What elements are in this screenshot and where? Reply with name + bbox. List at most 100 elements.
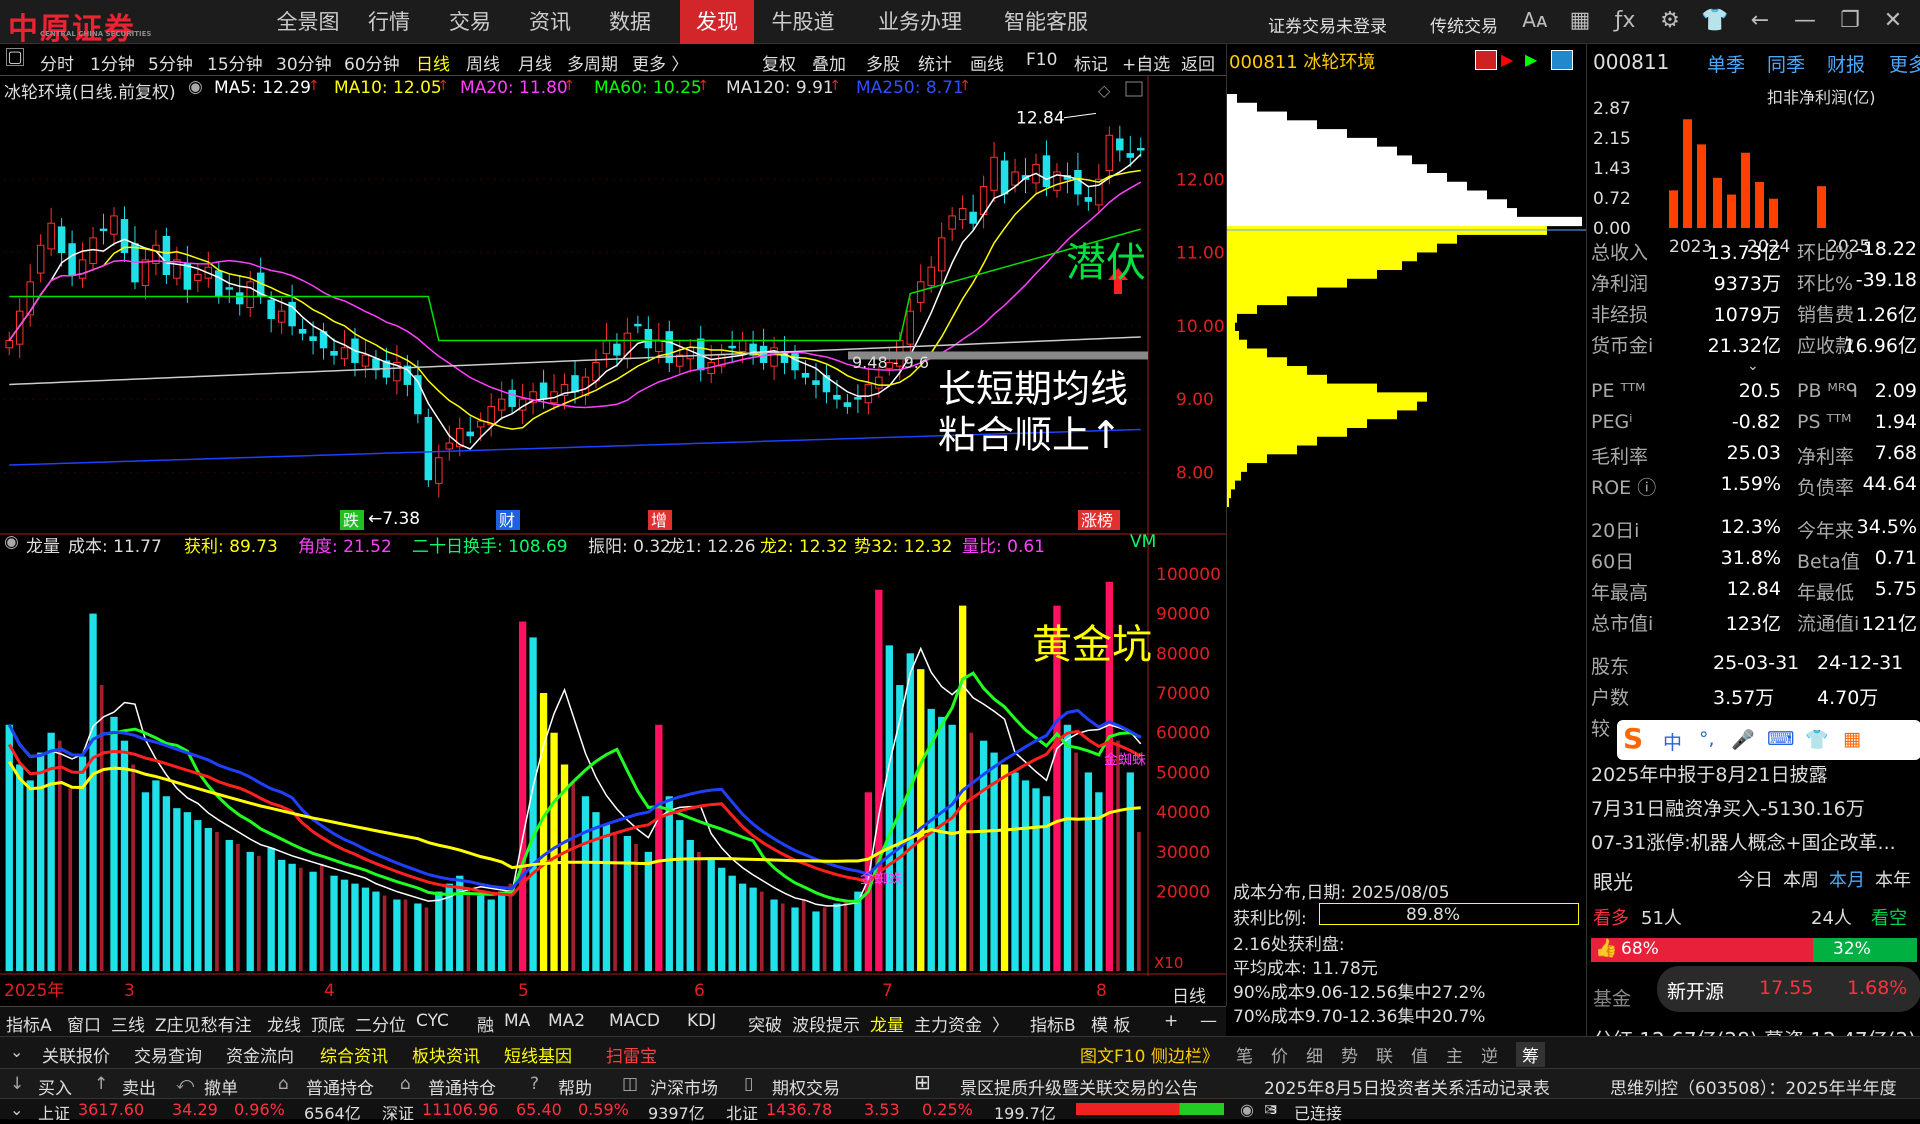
indicator-tab[interactable]: — [1200, 1011, 1217, 1031]
buy-icon[interactable]: ↓ [10, 1074, 24, 1094]
indicator-tab[interactable]: 顶底 [311, 1011, 345, 1036]
candle[interactable] [78, 259, 87, 279]
sector-tab[interactable]: 综合资讯 [320, 1042, 388, 1067]
sh-label[interactable]: 上证 [38, 1100, 70, 1124]
mini-tab[interactable]: 主 [1446, 1042, 1463, 1067]
rp-tab[interactable]: 同季 [1767, 50, 1805, 77]
candle[interactable] [1042, 155, 1051, 188]
candle[interactable] [539, 382, 548, 400]
candle[interactable] [759, 345, 768, 363]
candle[interactable] [843, 402, 852, 407]
period-tab[interactable]: 15分钟 [207, 50, 263, 75]
rp-tab[interactable]: 单季 [1707, 50, 1745, 77]
candle[interactable] [476, 420, 485, 428]
back-icon[interactable]: ← [1745, 8, 1775, 33]
trade-button[interactable]: 普通持仓 [306, 1074, 374, 1099]
news-item[interactable]: 2025年中报于8月21日披露 [1591, 760, 1828, 787]
indicator-tab[interactable]: CYC [416, 1011, 449, 1031]
nav-item[interactable]: 智能客服 [984, 0, 1108, 44]
trade-button[interactable]: 帮助 [558, 1074, 592, 1099]
candle[interactable] [340, 347, 349, 360]
font-size-icon[interactable]: Aᴀ [1520, 8, 1550, 32]
trade-button[interactable]: 期权交易 [772, 1074, 840, 1099]
candle[interactable] [466, 431, 474, 437]
mini-tab[interactable]: 细 [1306, 1042, 1323, 1067]
restore-icon[interactable]: ❐ [1835, 8, 1865, 33]
profit-bar[interactable] [1741, 152, 1750, 228]
chart-area[interactable]: 12.00 11.00 10.00 9.00 8.00 9.48 - 9.6 12.84 ←7… [0, 76, 1226, 1007]
skin-icon[interactable]: 👕 [1700, 8, 1730, 33]
sector-tab[interactable]: 交易查询 [134, 1042, 202, 1067]
ime-toolbar[interactable]: S 中 °, 🎤 ⌨ 👕 ▦ [1617, 720, 1920, 760]
candle[interactable] [424, 416, 433, 481]
indicator-tab[interactable]: MACD [609, 1011, 660, 1031]
settings-icon[interactable]: ⚙ [1655, 8, 1685, 33]
candle[interactable] [738, 339, 747, 352]
candle[interactable] [194, 274, 202, 281]
mini-tab[interactable]: 逆 [1481, 1042, 1498, 1067]
ma-label[interactable]: MA120: 9.91 [726, 78, 834, 98]
candle[interactable] [969, 211, 977, 224]
nav-item[interactable]: 数据 [598, 0, 662, 44]
mini-tab[interactable]: 势 [1341, 1042, 1358, 1067]
indicator-tab[interactable]: 窗口 [67, 1011, 101, 1036]
ime-tool-icon[interactable]: ▦ [1843, 728, 1861, 750]
indicator-tab[interactable]: 二分位 [355, 1011, 406, 1036]
add-icon[interactable]: ⊞ [914, 1070, 931, 1094]
ma-label[interactable]: MA10: 12.05 [334, 78, 442, 98]
candle[interactable] [298, 328, 307, 334]
mini-tab[interactable]: 笔 [1236, 1042, 1253, 1067]
candle[interactable] [1084, 197, 1093, 202]
chart-tool[interactable]: F10 [1026, 50, 1057, 70]
popup-quote[interactable]: 新开源 17.55 1.68% [1657, 966, 1920, 1012]
period-tab[interactable]: 周线 [466, 50, 500, 75]
candle[interactable] [435, 457, 443, 484]
trade-button[interactable]: 卖出 [122, 1074, 156, 1099]
profit-bar[interactable] [1769, 198, 1778, 228]
nav-item[interactable]: 牛股道 [763, 0, 843, 44]
chart-tool[interactable]: 返回 [1181, 50, 1215, 75]
indicator-tab[interactable]: 突破 [748, 1011, 782, 1036]
trade-button[interactable]: 撤单 [204, 1074, 238, 1099]
period-tab[interactable]: 1分钟 [90, 50, 135, 75]
mini-tab[interactable]: 值 [1411, 1042, 1428, 1067]
candle[interactable] [445, 442, 454, 450]
period-tab[interactable]: 分时 [40, 50, 74, 75]
indicator-tab[interactable]: + [1164, 1011, 1178, 1031]
ime-chinese-icon[interactable]: 中 [1663, 728, 1682, 755]
ime-voice-icon[interactable]: 🎤 [1731, 728, 1755, 751]
sector-tab[interactable]: 关联报价 [42, 1042, 110, 1067]
indicator-tab[interactable]: MA2 [548, 1011, 585, 1031]
candle[interactable] [623, 332, 632, 360]
side-bar-toggle[interactable]: 图文F10 侧边栏》 [1080, 1042, 1219, 1067]
candle[interactable] [1116, 138, 1124, 151]
candle[interactable] [162, 235, 171, 276]
candle[interactable] [141, 259, 150, 287]
holdings-icon[interactable]: ⌂ [400, 1074, 411, 1094]
profit-bar[interactable] [1713, 177, 1722, 228]
help-icon[interactable]: ? [530, 1074, 539, 1094]
period-tab[interactable]: 多周期 [567, 50, 618, 75]
period-tab[interactable]: 60分钟 [344, 50, 400, 75]
indicator-tab[interactable]: 龙量 [870, 1011, 904, 1036]
chart-tool[interactable]: +自选 [1122, 50, 1170, 75]
indicator-title[interactable]: 龙量 [26, 532, 60, 557]
ime-logo-icon[interactable]: S [1623, 722, 1643, 755]
candle[interactable] [1126, 153, 1135, 158]
picture-icon[interactable] [1551, 50, 1573, 70]
nav-item[interactable]: 业务办理 [866, 0, 974, 44]
candle[interactable] [1011, 171, 1019, 186]
candle[interactable] [361, 354, 370, 367]
signal-icon[interactable]: ◉ [1240, 1100, 1254, 1119]
indicator-tab[interactable]: 龙线 [267, 1011, 301, 1036]
candle[interactable] [5, 339, 13, 349]
news-item-1[interactable]: 景区提质升级暨关联交易的公告 [960, 1074, 1198, 1099]
indicator-toggle-icon[interactable]: ◉ [4, 532, 19, 552]
vision-tab[interactable]: 今日 [1737, 866, 1773, 892]
trade-mode-button[interactable]: 传统交易 [1430, 12, 1498, 37]
candle[interactable] [634, 323, 642, 327]
candle[interactable] [277, 310, 286, 323]
ma-label[interactable]: MA250: 8.71 [856, 78, 964, 98]
candle[interactable] [110, 215, 118, 235]
candle[interactable] [916, 281, 925, 303]
